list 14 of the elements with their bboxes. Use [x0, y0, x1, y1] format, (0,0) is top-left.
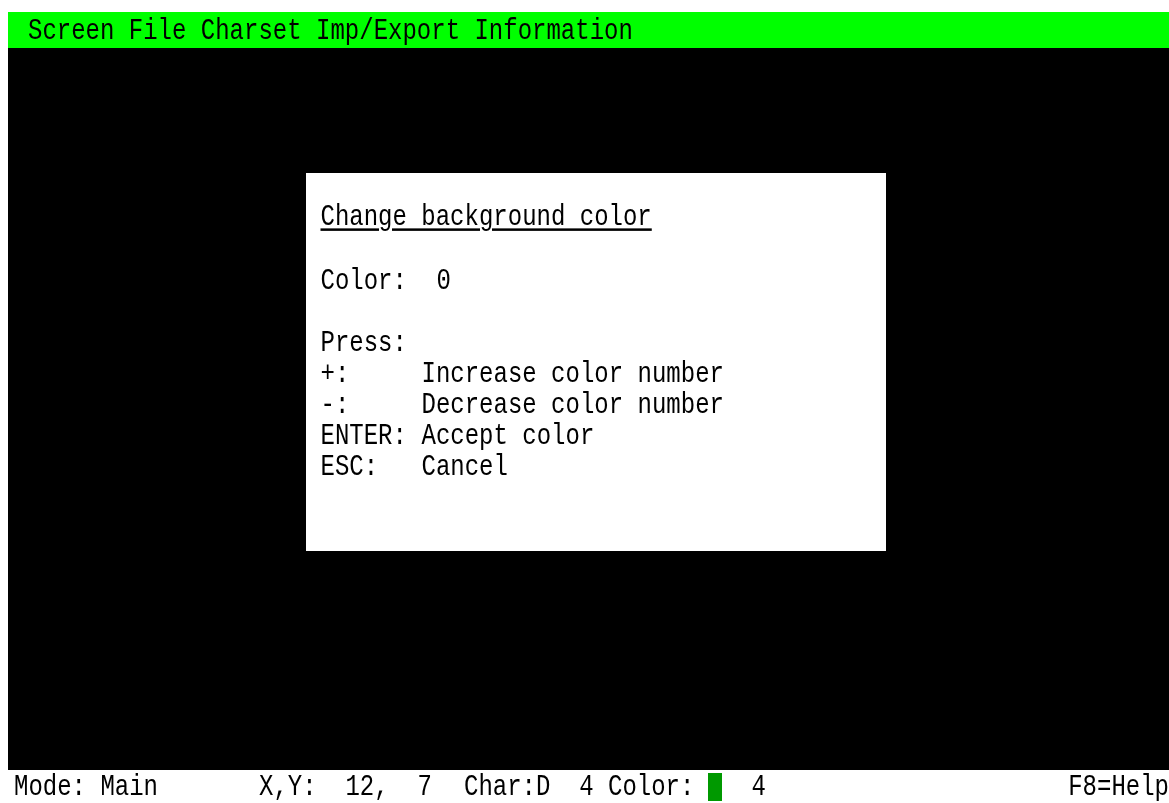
menu-item[interactable]: File [128, 13, 187, 47]
char-text: Char:D 4 [464, 769, 595, 803]
mode-text: Mode: Main [14, 769, 160, 803]
position-text: X,Y: 12, 7 [259, 769, 433, 803]
help-text: F8=Help [1068, 769, 1169, 803]
menu-item[interactable]: Screen [28, 13, 115, 47]
color-label: Color: [608, 769, 695, 803]
menu-item[interactable]: Charset [200, 13, 302, 47]
menu-item[interactable]: Imp/Export [316, 13, 461, 47]
color-label: Color: [320, 262, 408, 300]
color-value: 4 [751, 769, 766, 803]
color-value: 0 [436, 262, 451, 300]
menu-item[interactable]: Information [474, 13, 633, 47]
dialog-title: Change background color [320, 198, 652, 236]
